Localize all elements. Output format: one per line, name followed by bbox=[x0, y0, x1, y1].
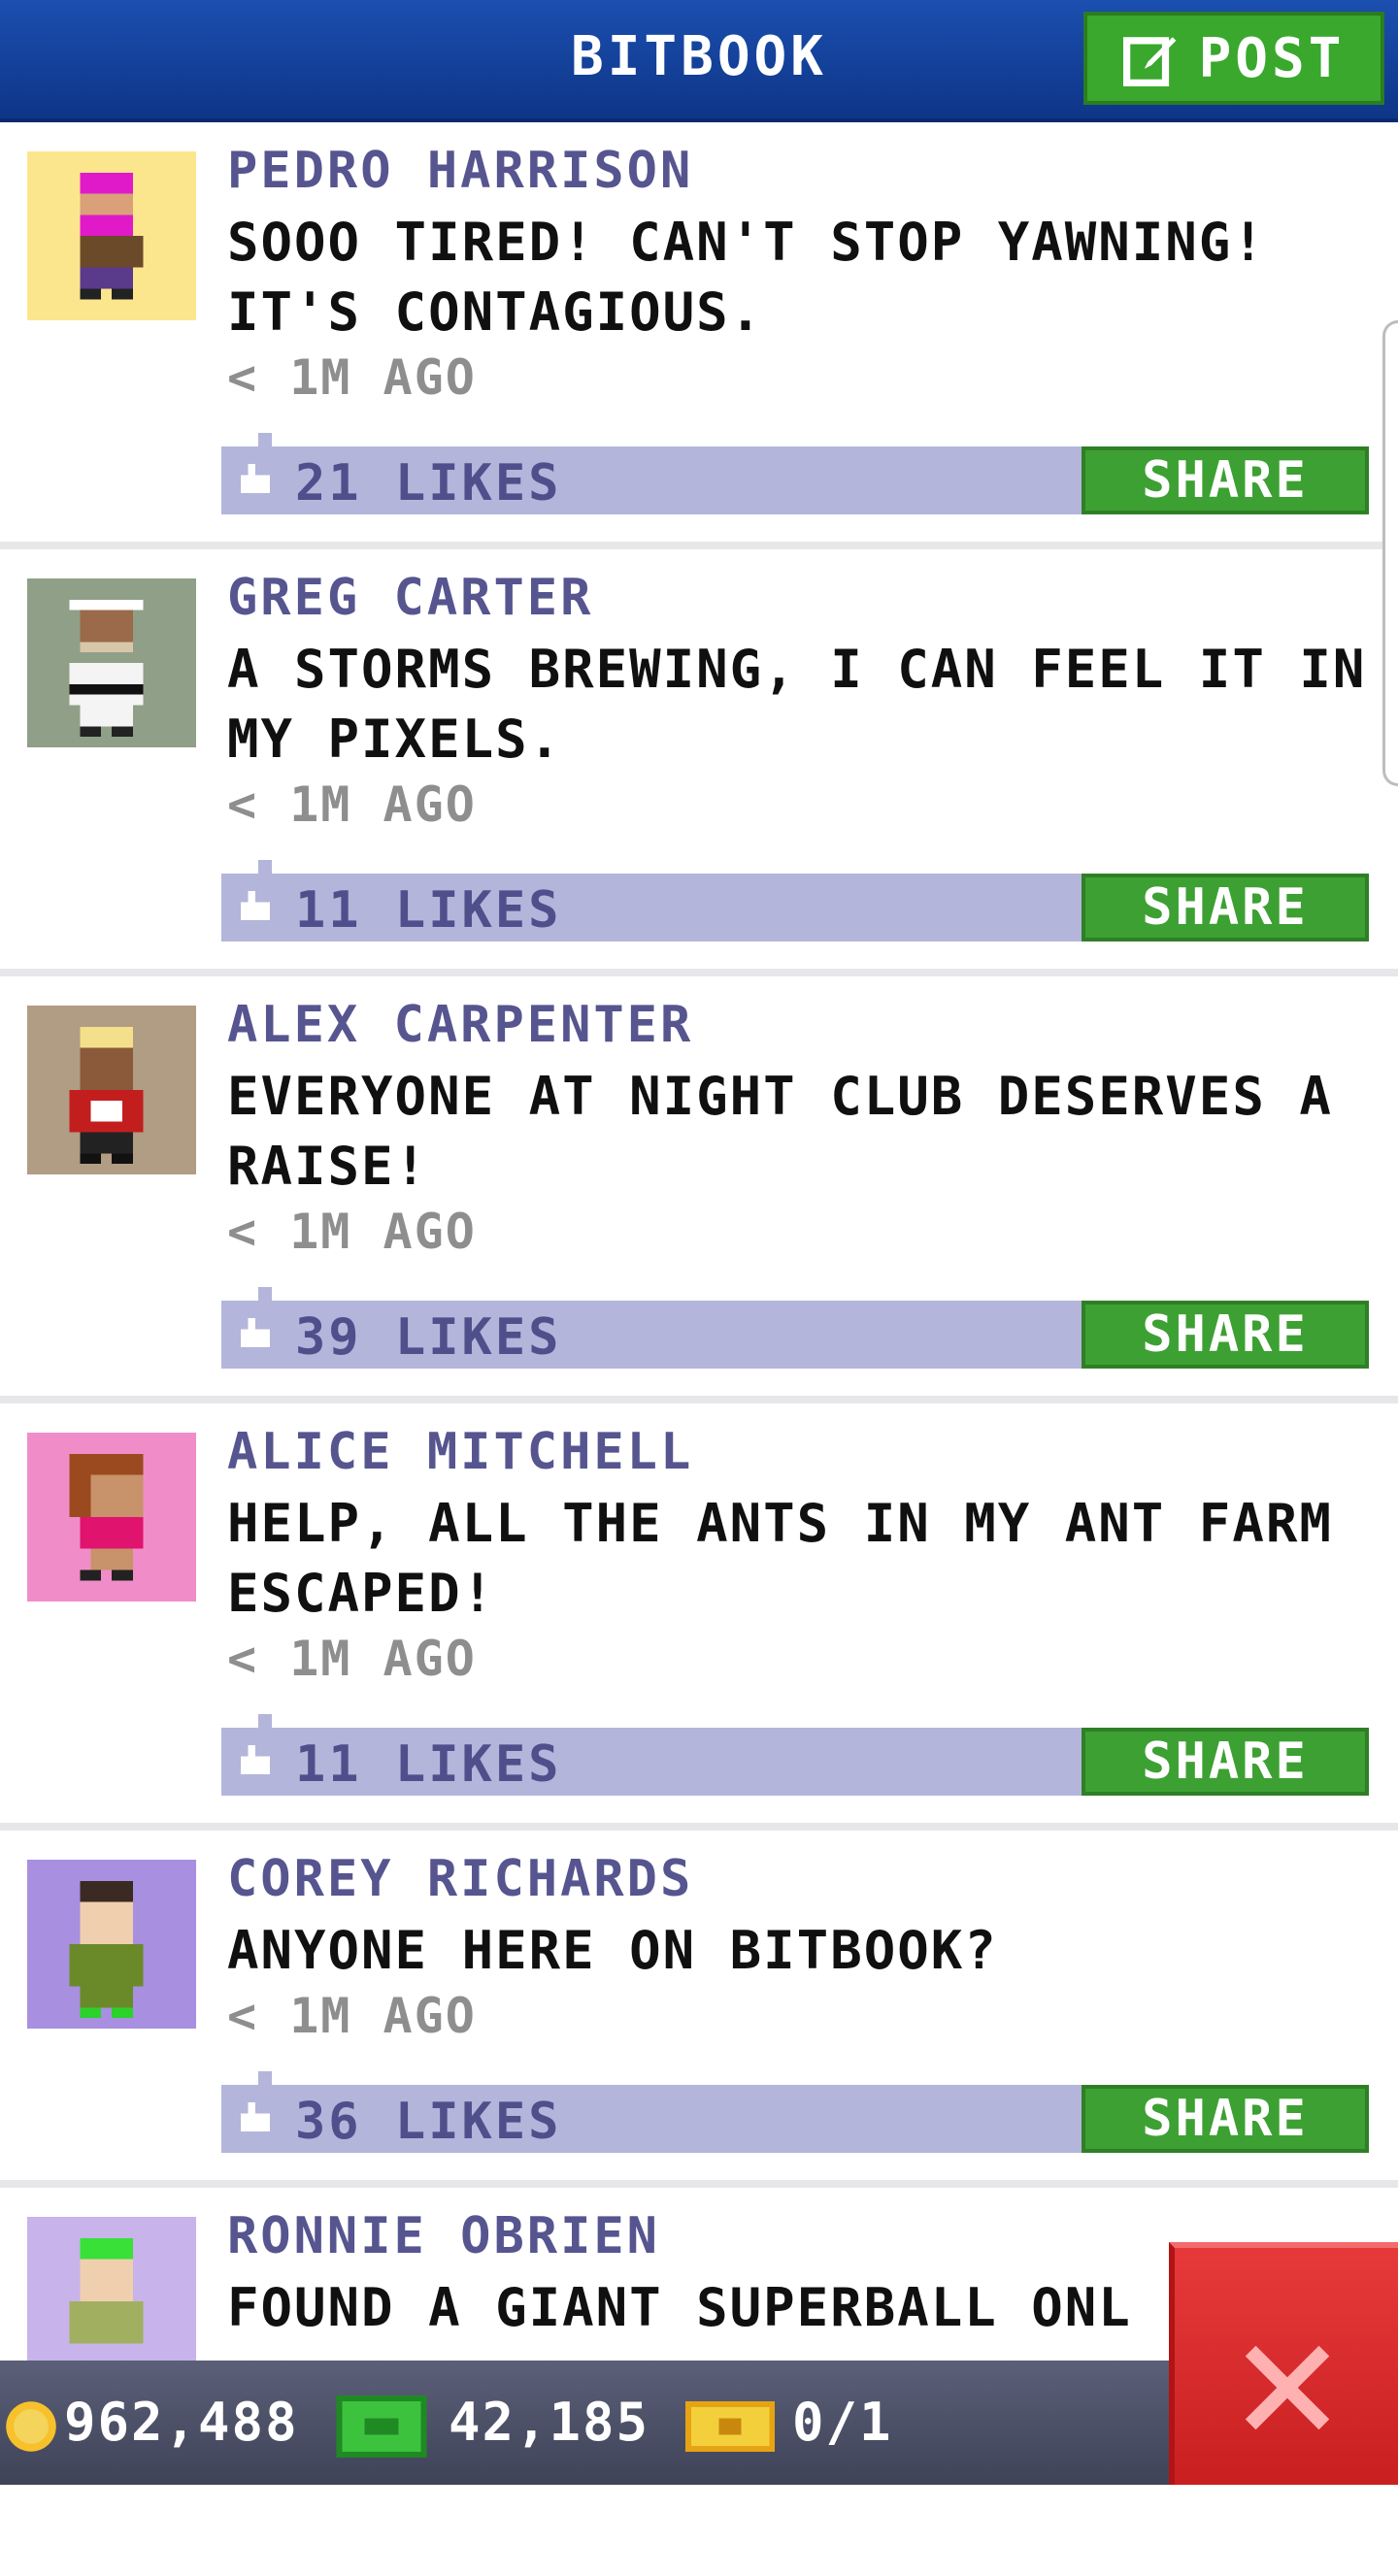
thumbs-up-icon[interactable] bbox=[237, 2102, 274, 2135]
post-text: SOOO TIRED! CAN'T STOP YAWNING! IT'S CON… bbox=[227, 212, 1266, 343]
likes-count: 36 LIKES bbox=[295, 2093, 562, 2151]
close-button[interactable] bbox=[1169, 2242, 1398, 2485]
likes-bar: 11 LIKES SHARE bbox=[221, 1714, 1369, 1796]
likes-bar: 11 LIKES SHARE bbox=[221, 860, 1369, 941]
post-timestamp: < 1M AGO bbox=[227, 776, 477, 833]
post-timestamp: < 1M AGO bbox=[227, 1204, 477, 1260]
post-text: EVERYONE AT NIGHT CLUB DESERVES A RAISE! bbox=[227, 1066, 1333, 1197]
avatar[interactable] bbox=[27, 1433, 196, 1602]
post-author[interactable]: GREG CARTER bbox=[227, 569, 593, 627]
likes-bar: 21 LIKES SHARE bbox=[221, 433, 1369, 514]
thumbs-up-icon[interactable] bbox=[237, 1745, 274, 1778]
share-button[interactable]: SHARE bbox=[1082, 2085, 1369, 2153]
avatar[interactable] bbox=[27, 1006, 196, 1174]
post-button-label: POST bbox=[1198, 26, 1346, 90]
thumbs-up-icon[interactable] bbox=[237, 464, 274, 497]
post-text: ANYONE HERE ON BITBOOK? bbox=[227, 1920, 998, 1981]
avatar[interactable] bbox=[27, 578, 196, 747]
avatar[interactable] bbox=[27, 1860, 196, 2029]
post-author[interactable]: COREY RICHARDS bbox=[227, 1850, 693, 1908]
share-button[interactable]: SHARE bbox=[1082, 874, 1369, 941]
coins-count: 962,488 bbox=[64, 2392, 299, 2453]
thumbs-up-icon[interactable] bbox=[237, 891, 274, 924]
tickets-count: 0/1 bbox=[792, 2392, 893, 2453]
likes-count: 11 LIKES bbox=[295, 1735, 562, 1794]
feed-post: ALICE MITCHELL HELP, ALL THE ANTS IN MY … bbox=[0, 1404, 1398, 1831]
share-button[interactable]: SHARE bbox=[1082, 1301, 1369, 1369]
thumbs-up-icon[interactable] bbox=[237, 1318, 274, 1351]
header-bar: BITBOOK POST bbox=[0, 0, 1398, 122]
post-author[interactable]: RONNIE OBRIEN bbox=[227, 2207, 660, 2265]
likes-bar: 39 LIKES SHARE bbox=[221, 1287, 1369, 1369]
share-button[interactable]: SHARE bbox=[1082, 446, 1369, 514]
coin-icon bbox=[6, 2401, 56, 2452]
post-author[interactable]: PEDRO HARRISON bbox=[227, 142, 693, 200]
post-button[interactable]: POST bbox=[1083, 12, 1384, 105]
close-icon bbox=[1245, 2345, 1330, 2430]
ticket-icon bbox=[685, 2401, 775, 2452]
bux-icon bbox=[336, 2395, 427, 2458]
feed-list[interactable]: PEDRO HARRISON SOOO TIRED! CAN'T STOP YA… bbox=[0, 122, 1398, 2576]
compose-icon bbox=[1122, 37, 1176, 86]
feed-post: PEDRO HARRISON SOOO TIRED! CAN'T STOP YA… bbox=[0, 122, 1398, 549]
likes-count: 39 LIKES bbox=[295, 1308, 562, 1367]
side-pull-tab[interactable] bbox=[1382, 320, 1398, 786]
share-button[interactable]: SHARE bbox=[1082, 1728, 1369, 1796]
feed-post: GREG CARTER A STORMS BREWING, I CAN FEEL… bbox=[0, 549, 1398, 976]
post-author[interactable]: ALICE MITCHELL bbox=[227, 1423, 693, 1481]
likes-bar: 36 LIKES SHARE bbox=[221, 2071, 1369, 2153]
post-timestamp: < 1M AGO bbox=[227, 349, 477, 406]
avatar[interactable] bbox=[27, 151, 196, 320]
post-author[interactable]: ALEX CARPENTER bbox=[227, 996, 693, 1054]
feed-post: ALEX CARPENTER EVERYONE AT NIGHT CLUB DE… bbox=[0, 976, 1398, 1404]
likes-count: 21 LIKES bbox=[295, 454, 562, 512]
feed-post: COREY RICHARDS ANYONE HERE ON BITBOOK? <… bbox=[0, 1831, 1398, 2188]
post-text: A STORMS BREWING, I CAN FEEL IT IN MY PI… bbox=[227, 639, 1367, 770]
post-timestamp: < 1M AGO bbox=[227, 1631, 477, 1687]
likes-count: 11 LIKES bbox=[295, 881, 562, 940]
post-timestamp: < 1M AGO bbox=[227, 1988, 477, 2044]
post-text: HELP, ALL THE ANTS IN MY ANT FARM ESCAPE… bbox=[227, 1493, 1333, 1624]
bux-count: 42,185 bbox=[449, 2392, 650, 2453]
